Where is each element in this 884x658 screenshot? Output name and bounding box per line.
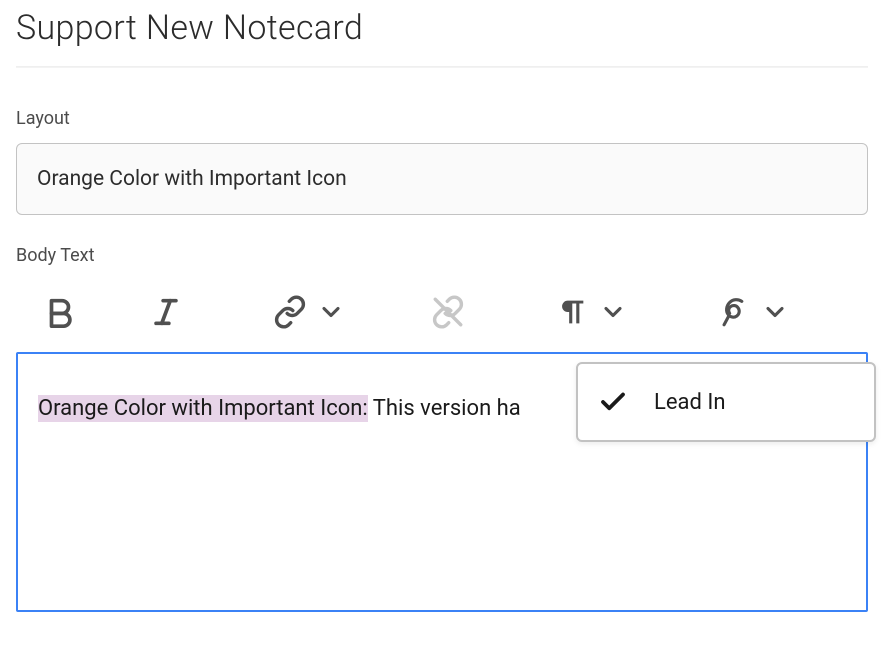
link-button[interactable]	[266, 288, 314, 336]
paragraph-format-button[interactable]	[548, 288, 596, 336]
link-dropdown-button[interactable]	[314, 288, 348, 336]
styles-group	[710, 288, 792, 336]
unlink-button[interactable]	[424, 288, 472, 336]
chevron-down-icon	[599, 298, 627, 326]
styles-dropdown-button[interactable]	[758, 288, 792, 336]
body-text-editor[interactable]: Orange Color with Important Icon: This v…	[16, 352, 868, 612]
italic-icon	[149, 295, 183, 329]
paragraph-group	[548, 288, 630, 336]
bold-button[interactable]	[36, 288, 84, 336]
styles-button[interactable]	[710, 288, 758, 336]
styles-icon	[717, 295, 751, 329]
chevron-down-icon	[761, 298, 789, 326]
chevron-down-icon	[317, 298, 345, 326]
pilcrow-icon	[555, 295, 589, 329]
layout-label: Layout	[16, 108, 868, 129]
body-text-left: This version ha	[368, 396, 521, 421]
rte-toolbar	[16, 280, 868, 352]
layout-select[interactable]: Orange Color with Important Icon	[16, 143, 868, 215]
divider	[16, 66, 868, 68]
styles-dropdown-menu: Lead In	[576, 362, 876, 442]
styles-menu-item-lead-in[interactable]: Lead In	[578, 372, 874, 432]
check-icon	[598, 387, 638, 417]
paragraph-dropdown-button[interactable]	[596, 288, 630, 336]
link-group	[266, 288, 348, 336]
link-icon	[273, 295, 307, 329]
lead-in-text: Orange Color with Important Icon:	[38, 395, 368, 422]
page-title: Support New Notecard	[16, 8, 868, 48]
layout-select-value: Orange Color with Important Icon	[37, 167, 347, 191]
styles-menu-item-label: Lead In	[654, 390, 725, 415]
italic-button[interactable]	[142, 288, 190, 336]
unlink-icon	[431, 295, 465, 329]
body-text-label: Body Text	[16, 245, 868, 266]
bold-icon	[43, 295, 77, 329]
